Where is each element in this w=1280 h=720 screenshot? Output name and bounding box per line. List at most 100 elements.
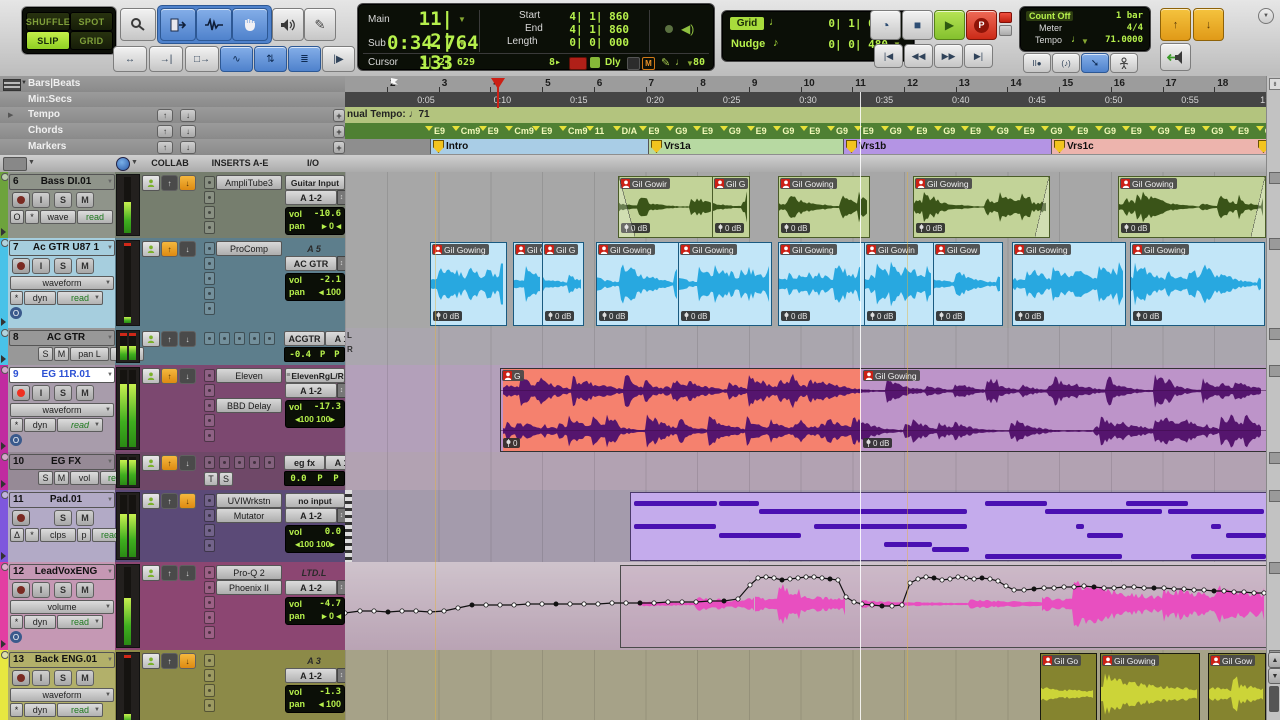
chord-marker-icon[interactable] [479,126,487,131]
chord-marker-icon[interactable] [773,126,781,131]
automation-breakpoint[interactable] [610,601,614,605]
zoom-toggle-button[interactable]: ↔ [113,46,147,72]
clip-gain-badge[interactable]: 0 dB [545,311,574,321]
automation-breakpoint[interactable] [1242,590,1246,594]
automation-breakpoint[interactable] [996,579,1000,583]
vol-value[interactable]: -1.3 [319,687,341,697]
chord-marker-icon[interactable] [934,126,942,131]
insert-bypass-dot[interactable] [204,699,215,712]
marker-span-intro[interactable]: Intro [430,139,649,154]
solo-button[interactable]: S [54,510,72,526]
chord-marker-icon[interactable] [1122,126,1130,131]
io-output-selector[interactable]: AC GTR [285,256,337,271]
insert-bypass-dot[interactable] [204,399,215,412]
automation-breakpoint[interactable] [940,578,944,582]
chord-marker-icon[interactable] [559,126,567,131]
automation-breakpoint[interactable] [1212,589,1216,593]
audio-clip[interactable]: Gil Gowing0 dB [778,176,870,238]
midi-note[interactable] [1211,524,1221,529]
scroll-up-button[interactable]: ▲ [1268,652,1280,668]
audio-clip[interactable]: Gil Gowing0 dB [913,176,1050,238]
track-header-13[interactable]: 13Back ENG.01▼ISMwaveform▼*dynread▼↑↓A 3… [0,650,345,720]
end-value[interactable]: 4| 1| 860 [559,23,629,36]
collab-download-button[interactable]: ↓ [179,565,196,581]
nudge-note-icon[interactable]: ♪ [773,37,779,49]
chord-marker-icon[interactable] [505,126,513,131]
ruler-up-button[interactable]: ↑ [157,109,173,122]
start-value[interactable]: 4| 1| 860 [559,10,629,23]
ruler-down-button[interactable]: ↓ [180,125,196,138]
dyn-chip[interactable]: dyn [24,291,56,305]
automation-breakpoint[interactable] [1052,586,1056,590]
clip-gain-badge[interactable]: 0 dB [916,223,945,233]
automation-breakpoint[interactable] [638,601,642,605]
automation-breakpoint[interactable] [852,600,856,604]
automation-breakpoint[interactable] [820,576,824,580]
automation-breakpoint[interactable] [1082,584,1086,588]
insert-slot[interactable]: ProComp [216,241,282,256]
collab-person-icon[interactable] [142,493,160,509]
track-name-menu-icon[interactable]: ▼ [107,497,113,503]
input-monitor-button[interactable]: I [32,670,50,686]
automation-breakpoint[interactable] [956,575,960,579]
collab-upload-button[interactable]: ↑ [161,368,178,384]
insert-bypass-dot[interactable] [204,369,215,382]
automation-breakpoint[interactable] [1192,588,1196,592]
midi-note[interactable] [719,533,801,538]
automation-breakpoint[interactable] [772,576,776,580]
collapse-rulers-icon[interactable]: ⇟ [1269,78,1280,90]
automation-breakpoint[interactable] [722,599,726,603]
tempo-ruler[interactable]: nual Tempo: ♩71 [345,107,1266,124]
audio-clip[interactable]: Gil Gowing0 dB [1012,242,1126,326]
mini-io-chip[interactable]: A 1-2 [325,455,345,470]
io-output-selector[interactable]: A 1-2 [285,383,337,398]
automation-breakpoint[interactable] [1252,591,1256,595]
track-zoom-box[interactable] [1269,172,1280,184]
audio-clip[interactable]: Gil Gowing0 dB [1118,176,1266,238]
track-name-box[interactable]: 11Pad.01▼ [9,492,115,508]
midi-note[interactable] [932,547,969,552]
mini-chip-S[interactable]: S [38,347,53,361]
automation-mode-chip[interactable]: read▼ [57,615,103,629]
automation-mode-chip[interactable]: read▼ [57,291,103,305]
link-timeline-edit-button[interactable]: ∿ [220,46,253,72]
playlist-expand-icon[interactable] [1,318,6,326]
io-output-selector[interactable]: A 1-2 [285,668,337,683]
input-monitor-button[interactable]: I [32,582,50,598]
meter-label[interactable]: Meter [1039,23,1062,33]
clip-gain-badge[interactable]: 0 [503,438,520,448]
insert-bypass-dot[interactable] [249,456,260,469]
insert-bypass-dot[interactable] [204,302,215,315]
insert-bypass-dot[interactable] [204,191,215,204]
collab-person-icon[interactable] [142,175,160,191]
insert-slot[interactable]: Mutator [216,508,282,523]
fader-icon[interactable]: ↕ [337,580,345,595]
wait-for-note-button[interactable]: ◔ [870,10,901,40]
insert-bypass-dot[interactable] [204,272,215,285]
insert-slot[interactable]: AmpliTube3 [216,175,282,190]
track-chip-O[interactable]: O [10,210,24,224]
ruler-down-button[interactable]: ↓ [180,109,196,122]
automation-breakpoint[interactable] [414,609,418,613]
insertion-follows-button[interactable]: ≣ [288,46,321,72]
collab-upload-button[interactable]: ↑ [161,241,178,257]
playlist-expand-icon[interactable] [1,442,6,450]
conductor-button[interactable] [1110,53,1138,73]
chord-marker-icon[interactable] [961,126,969,131]
insert-bypass-dot[interactable] [219,456,230,469]
insert-bypass-dot[interactable] [219,332,230,345]
track-zoom-box[interactable] [1269,238,1280,250]
audio-clip[interactable]: Gil G0 dB [542,242,584,326]
io-output-selector[interactable]: A 1-2 [285,190,337,205]
object-grabber-icon[interactable]: O [10,307,22,319]
collab-person-icon[interactable] [142,455,160,471]
automation-breakpoint[interactable] [400,609,404,613]
chord-marker-icon[interactable] [532,126,540,131]
automation-breakpoint[interactable] [900,603,904,607]
automation-breakpoint[interactable] [1032,587,1036,591]
automation-breakpoint[interactable] [828,577,832,581]
mini-chip-vol[interactable]: vol [70,471,99,485]
track-lane-eg11r01[interactable]: GGil Gowing00 dB [345,365,1266,453]
track-zoom-box[interactable] [1269,328,1280,340]
clip-gain-badge[interactable]: 0 dB [863,438,892,448]
